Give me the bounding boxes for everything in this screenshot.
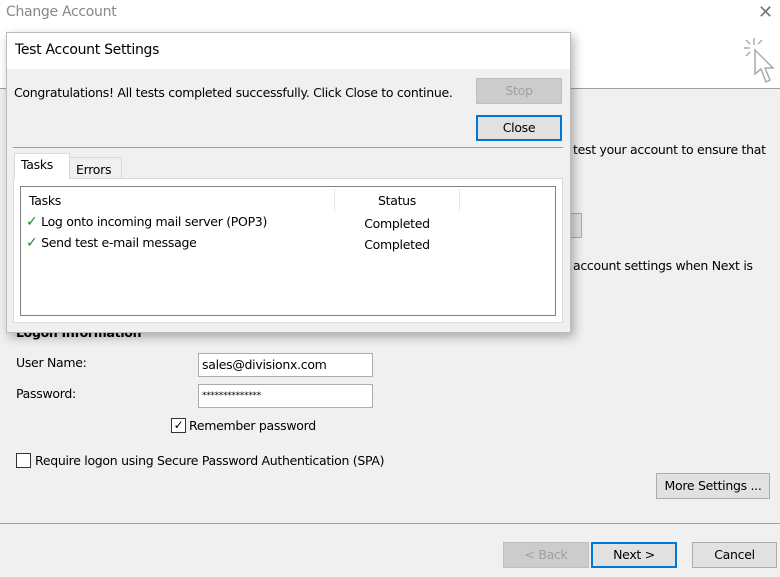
task-name: Log onto incoming mail server (POP3) xyxy=(41,214,268,229)
window-title: Change Account xyxy=(6,4,117,20)
user-name-input[interactable]: sales@divisionx.com xyxy=(198,353,373,377)
tasks-panel: Tasks Status ✓ Log onto incoming mail se… xyxy=(13,178,563,323)
remember-password-checkbox[interactable]: ✓ xyxy=(171,418,186,433)
next-button[interactable]: Next > xyxy=(591,542,677,568)
column-header-tasks[interactable]: Tasks xyxy=(29,193,61,208)
footer-divider xyxy=(0,523,780,524)
stop-button[interactable]: Stop xyxy=(476,78,562,104)
password-label: Password: xyxy=(16,386,76,401)
task-status: Completed xyxy=(364,237,430,252)
task-name: Send test e-mail message xyxy=(41,235,197,250)
spa-label: Require logon using Secure Password Auth… xyxy=(35,453,385,468)
dialog-title: Test Account Settings xyxy=(7,33,570,69)
dialog-message: Congratulations! All tests completed suc… xyxy=(14,85,453,100)
table-row[interactable]: ✓ Log onto incoming mail server (POP3) xyxy=(26,214,267,230)
checkmark-icon: ✓ xyxy=(26,235,38,251)
close-icon[interactable]: ✕ xyxy=(758,2,773,23)
user-name-label: User Name: xyxy=(16,355,87,370)
column-header-status[interactable]: Status xyxy=(335,193,459,208)
test-account-settings-dialog: Test Account Settings Congratulations! A… xyxy=(6,32,571,333)
spa-checkbox[interactable] xyxy=(16,453,31,468)
table-row[interactable]: ✓ Send test e-mail message xyxy=(26,235,197,251)
cursor-click-icon xyxy=(744,38,775,84)
description-text-1: test your account to ensure that xyxy=(573,142,766,157)
remember-password-label: Remember password xyxy=(189,418,316,433)
task-status: Completed xyxy=(364,216,430,231)
tasks-list: Tasks Status ✓ Log onto incoming mail se… xyxy=(20,186,556,316)
cancel-button[interactable]: Cancel xyxy=(692,542,777,568)
back-button[interactable]: < Back xyxy=(503,542,589,568)
column-divider xyxy=(459,189,460,211)
password-input[interactable]: ************** xyxy=(198,384,373,408)
close-button[interactable]: Close xyxy=(476,115,562,141)
tab-errors[interactable]: Errors xyxy=(69,157,122,180)
description-text-2: account settings when Next is xyxy=(573,258,753,273)
checkmark-icon: ✓ xyxy=(26,214,38,230)
dialog-divider xyxy=(13,147,563,148)
tab-tasks[interactable]: Tasks xyxy=(14,153,70,179)
more-settings-button[interactable]: More Settings ... xyxy=(656,473,770,499)
